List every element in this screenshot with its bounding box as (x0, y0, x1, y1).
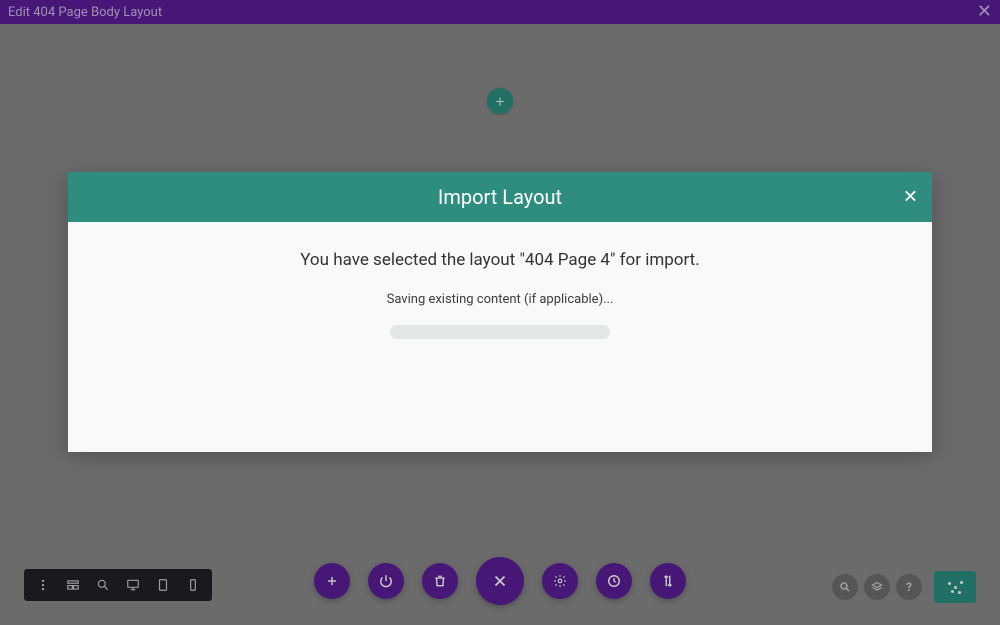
progress-bar (390, 325, 610, 339)
import-layout-modal: Import Layout ✕ You have selected the la… (68, 172, 932, 452)
modal-headline: You have selected the layout "404 Page 4… (88, 250, 912, 270)
modal-header: Import Layout ✕ (68, 172, 932, 222)
modal-body: You have selected the layout "404 Page 4… (68, 222, 932, 339)
modal-title: Import Layout (438, 185, 562, 209)
modal-status-text: Saving existing content (if applicable).… (88, 292, 912, 307)
modal-close-button[interactable]: ✕ (903, 187, 918, 208)
